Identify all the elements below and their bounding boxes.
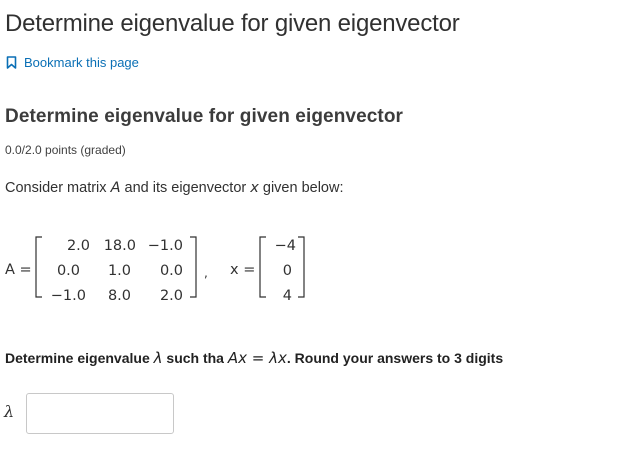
matrix-A-cell: −1.0 <box>147 238 183 254</box>
matrix-A-cell: 2.0 <box>66 238 90 254</box>
question-equation: Ax = λx <box>227 349 287 367</box>
matrix-A-cell: 2.0 <box>159 288 183 304</box>
question-lambda: λ <box>153 349 163 367</box>
intro-matrix-symbol: A <box>110 180 121 196</box>
matrix-A-cell: 1.0 <box>107 263 131 279</box>
matrix-A-right-bracket <box>190 236 197 298</box>
bookmark-label: Bookmark this page <box>24 55 139 70</box>
matrix-A-cell: 0.0 <box>159 263 183 279</box>
problem-intro: Consider matrix A and its eigenvector x … <box>5 180 344 196</box>
bookmark-button[interactable]: Bookmark this page <box>6 55 139 70</box>
question-text: Determine eigenvalue λ such tha Ax = λx.… <box>5 349 503 367</box>
matrix-A-left-bracket <box>35 236 42 298</box>
matrix-A-label: A = <box>5 262 32 278</box>
intro-text: and its eigenvector <box>120 180 251 196</box>
eigenvalue-answer-input[interactable] <box>26 393 174 434</box>
matrix-A-cell: −1.0 <box>50 288 86 304</box>
intro-vector-symbol: x <box>250 180 259 196</box>
matrix-A-cell: 18.0 <box>103 238 136 254</box>
problem-title: Determine eigenvalue for given eigenvect… <box>5 106 404 127</box>
matrix-separator: , <box>204 266 208 280</box>
unit-title: Determine eigenvalue for given eigenvect… <box>5 10 460 37</box>
vector-x-cell: 4 <box>282 288 292 304</box>
question-part: Determine eigenvalue <box>5 350 154 366</box>
vector-x-left-bracket <box>259 236 266 298</box>
question-part: such tha <box>162 350 228 366</box>
points-status: 0.0/2.0 points (graded) <box>5 143 126 157</box>
bookmark-icon <box>6 56 17 69</box>
matrix-A-cell: 0.0 <box>56 263 80 279</box>
vector-x-right-bracket <box>298 236 305 298</box>
answer-label: λ <box>4 402 15 421</box>
vector-x-cell: −4 <box>274 238 296 254</box>
intro-text: Consider matrix <box>5 180 111 196</box>
question-part: . Round your answers to 3 digits <box>286 350 504 366</box>
vector-x-label: x = <box>230 262 256 278</box>
intro-text: given below: <box>258 180 344 196</box>
vector-x-cell: 0 <box>282 263 292 279</box>
matrix-display: A = 2.0 18.0 −1.0 0.0 1.0 0.0 −1.0 8.0 2… <box>0 232 330 312</box>
matrix-A-cell: 8.0 <box>107 288 131 304</box>
